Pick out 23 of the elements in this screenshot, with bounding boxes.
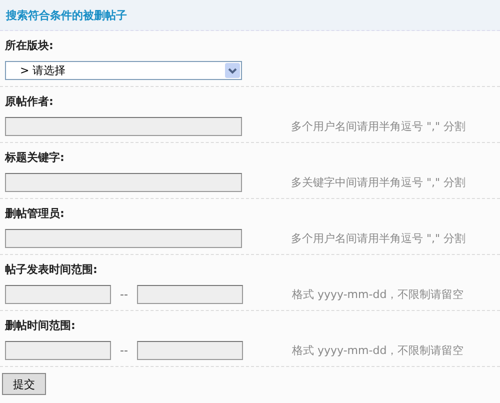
board-select[interactable]: > 请选择 bbox=[5, 60, 242, 80]
date-input[interactable] bbox=[137, 340, 243, 360]
field-hint: 格式 yyyy-mm-dd，不限制请留空 bbox=[292, 286, 464, 302]
submit-button[interactable]: 提交 bbox=[2, 373, 46, 395]
field-hint: 多关键字中间请用半角逗号 "," 分割 bbox=[291, 174, 466, 190]
range-separator: -- bbox=[119, 344, 129, 356]
field-label: 删帖时间范围: bbox=[5, 318, 76, 332]
input-field[interactable] bbox=[5, 172, 242, 192]
input-field[interactable] bbox=[5, 228, 242, 248]
field-hint: 格式 yyyy-mm-dd，不限制请留空 bbox=[292, 342, 464, 358]
field-label: 删帖管理员: bbox=[5, 206, 66, 220]
input-field[interactable] bbox=[5, 116, 242, 136]
field-label: 帖子发表时间范围: bbox=[5, 262, 98, 276]
date-input[interactable] bbox=[5, 284, 111, 304]
field-hint: 多个用户名间请用半角逗号 "," 分割 bbox=[291, 118, 466, 134]
date-input[interactable] bbox=[5, 340, 111, 360]
field-label: 标题关键字: bbox=[5, 150, 66, 164]
field-hint: 多个用户名间请用半角逗号 "," 分割 bbox=[291, 230, 466, 246]
field-label: 原帖作者: bbox=[5, 94, 54, 108]
field-label: 所在版块: bbox=[5, 38, 54, 52]
form-title: 搜索符合条件的被删帖子 bbox=[6, 8, 127, 22]
range-separator: -- bbox=[119, 288, 129, 300]
date-input[interactable] bbox=[137, 284, 243, 304]
